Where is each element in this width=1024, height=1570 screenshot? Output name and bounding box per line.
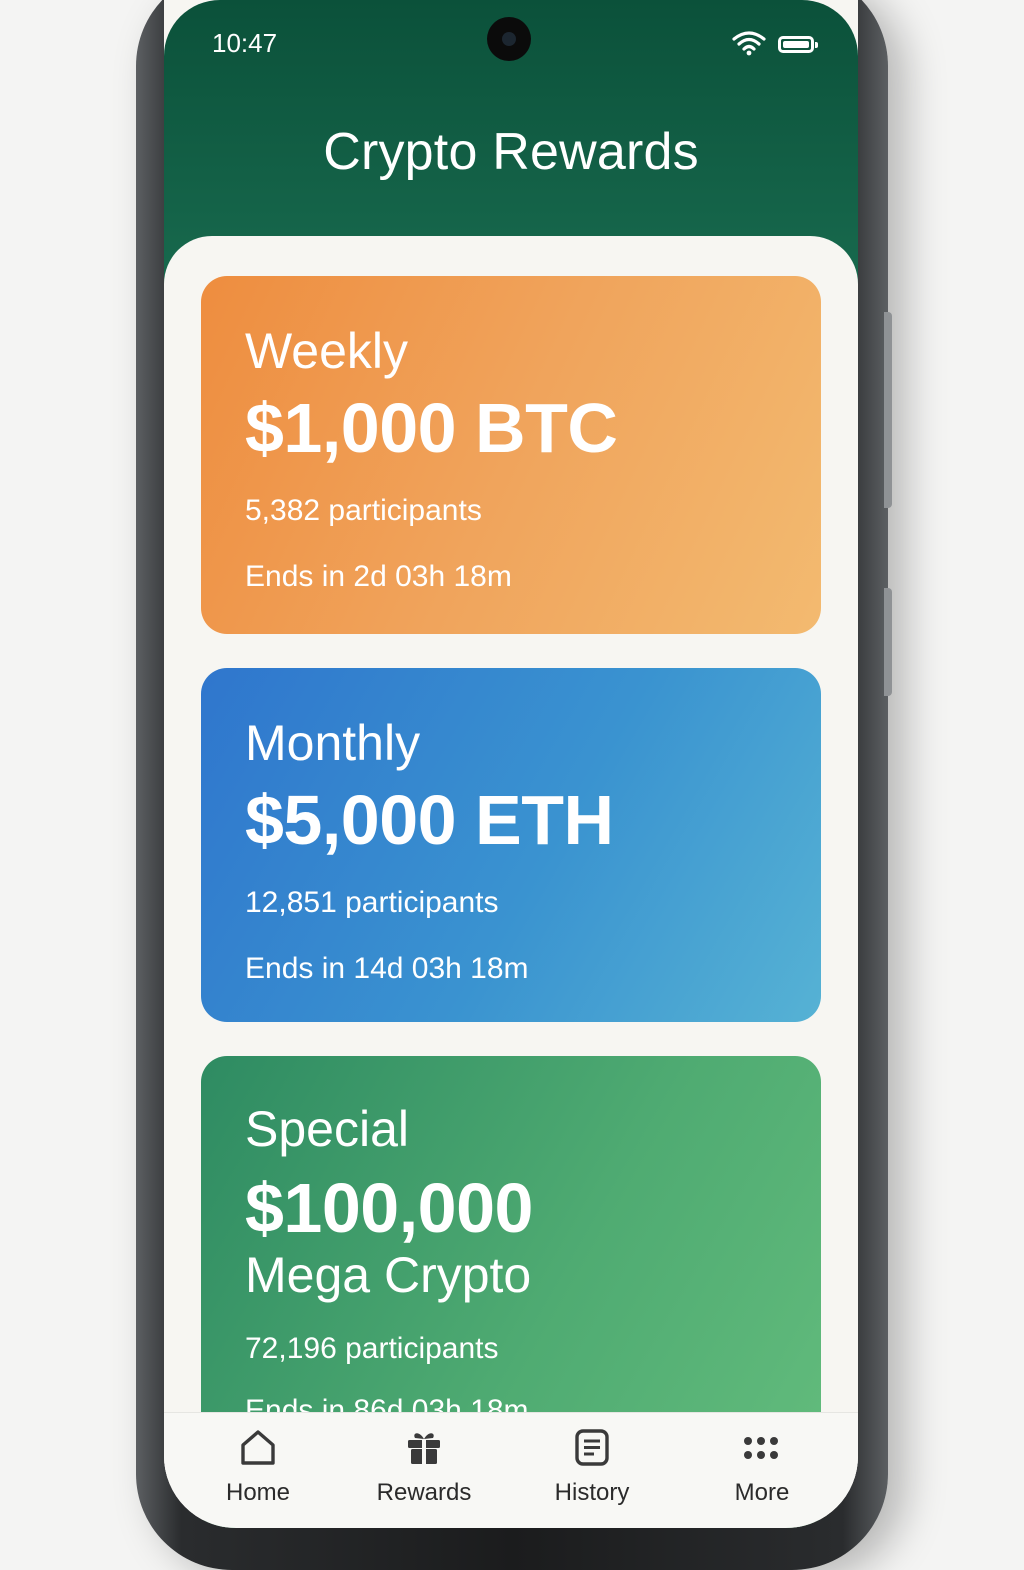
reward-prize: $1,000 BTC: [245, 389, 618, 467]
grid-dots-icon: [744, 1437, 778, 1459]
nav-label: Rewards: [376, 1479, 472, 1506]
reward-category: Weekly: [245, 323, 409, 379]
side-button-power: [884, 312, 892, 508]
phone-screen: 10:47 Crypto Rewards Weekly $1,000 BTC 5…: [164, 0, 858, 1528]
reward-category: Monthly: [245, 715, 421, 771]
rewards-list: Weekly $1,000 BTC 5,382 participants End…: [164, 236, 858, 1528]
nav-item-more[interactable]: More: [692, 1427, 832, 1507]
reward-participants: 12,851 participants: [245, 886, 499, 919]
reward-prize: $100,000: [245, 1169, 533, 1247]
side-button-volume: [884, 588, 892, 696]
home-icon: [241, 1430, 275, 1465]
reward-category: Special: [245, 1101, 409, 1157]
nav-label: Home: [225, 1479, 291, 1506]
status-time: 10:47: [212, 28, 278, 58]
bottom-nav: Home Rewards History More: [164, 1412, 858, 1528]
nav-item-history[interactable]: History: [522, 1427, 662, 1507]
reward-participants: 5,382 participants: [245, 494, 482, 527]
reward-prize-subtitle: Mega Crypto: [245, 1247, 532, 1303]
reward-prize: $5,000 ETH: [245, 781, 614, 859]
reward-card-weekly[interactable]: Weekly $1,000 BTC 5,382 participants End…: [201, 276, 821, 634]
reward-card-monthly[interactable]: Monthly $5,000 ETH 12,851 participants E…: [201, 668, 821, 1022]
gift-icon: [408, 1433, 440, 1464]
reward-participants: 72,196 participants: [245, 1332, 499, 1365]
nav-item-rewards[interactable]: Rewards: [354, 1427, 494, 1507]
nav-item-home[interactable]: Home: [188, 1427, 328, 1507]
battery-icon: [778, 36, 818, 53]
page-title: Crypto Rewards: [323, 123, 699, 181]
document-icon: [575, 1429, 609, 1466]
wifi-icon: [732, 31, 766, 56]
nav-label: More: [734, 1479, 790, 1506]
reward-countdown: Ends in 2d 03h 18m: [245, 560, 512, 593]
front-camera: [487, 17, 531, 61]
reward-countdown: Ends in 14d 03h 18m: [245, 952, 529, 985]
nav-label: History: [554, 1479, 630, 1506]
